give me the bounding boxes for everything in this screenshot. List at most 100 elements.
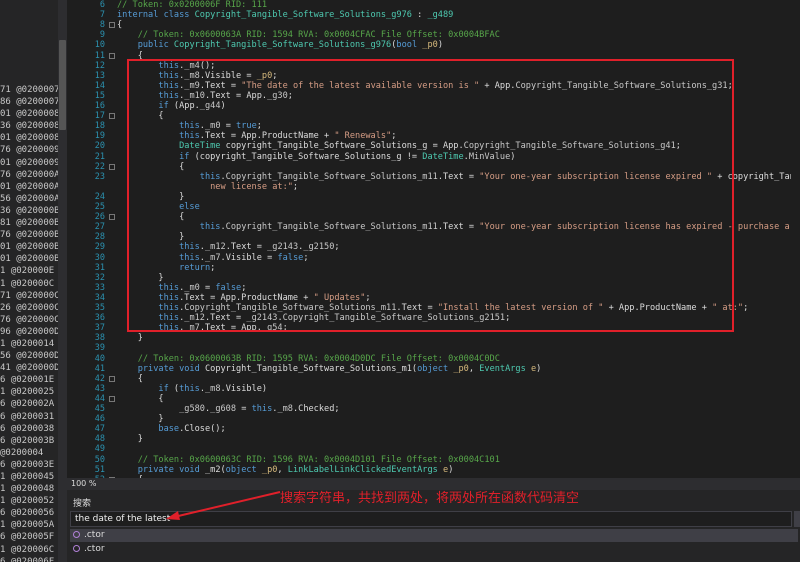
token-list-item[interactable]: 01 @020000B	[0, 253, 58, 265]
token-list-item[interactable]: 1 @0200052	[0, 495, 58, 507]
token-list-item[interactable]: 56 @020000A	[0, 193, 58, 205]
fold-toggle[interactable]	[109, 163, 115, 170]
code-line[interactable]: this._m8.Visible = _p0;	[117, 71, 277, 81]
token-list-item[interactable]: 6 @020002A	[0, 398, 58, 410]
token-list-item[interactable]: 01 @020000B	[0, 241, 58, 253]
search-result-item[interactable]: .ctor	[70, 529, 798, 542]
code-line[interactable]: if (App._g44)	[117, 101, 225, 111]
code-line[interactable]: }	[117, 232, 184, 242]
token-list-item[interactable]: 71 @020000C	[0, 290, 58, 302]
code-line[interactable]: {	[117, 374, 143, 384]
token-list-item[interactable]: 6 @020001E	[0, 374, 58, 386]
token-list-item[interactable]: 41 @020000D	[0, 362, 58, 374]
token-list-item[interactable]: 6 @020005F	[0, 531, 58, 543]
search-options-button[interactable]	[794, 511, 800, 527]
token-list-item[interactable]: 1 @020006C	[0, 544, 58, 556]
token-list-item[interactable]: 1 @0200048	[0, 483, 58, 495]
editor-scrollbar[interactable]	[791, 0, 800, 478]
search-result-item[interactable]: .ctor	[70, 543, 798, 556]
code-area[interactable]: // Token: 0x0200006F RID: 111 internal cl…	[117, 0, 800, 478]
code-line[interactable]: private void _m2(object _p0, LinkLabelLi…	[117, 465, 454, 475]
code-line[interactable]: }	[117, 434, 143, 444]
token-list-item[interactable]: 01 @0200008	[0, 132, 58, 144]
code-line[interactable]: _g580._g608 = this._m8.Checked;	[117, 404, 339, 414]
code-line[interactable]: {	[117, 212, 184, 222]
token-list-item[interactable]: 56 @020000D	[0, 350, 58, 362]
code-line[interactable]: this._m12.Text = _g2143.Copyright_Tangib…	[117, 313, 510, 323]
code-line[interactable]: this.Text = App.ProductName + " Renewals…	[117, 131, 396, 141]
code-line[interactable]: this._m4();	[117, 61, 215, 71]
code-line[interactable]: return;	[117, 263, 215, 273]
code-line[interactable]: }	[117, 333, 143, 343]
code-line[interactable]: {	[117, 20, 122, 30]
code-line[interactable]: }	[117, 192, 184, 202]
code-line[interactable]: // Token: 0x0600063A RID: 1594 RVA: 0x00…	[117, 30, 500, 40]
token-list-item[interactable]: 6 @020006F	[0, 556, 58, 562]
token-list-item[interactable]: 1 @020000C	[0, 278, 58, 290]
code-line[interactable]: {	[117, 162, 184, 172]
token-list-item[interactable]: 1 @020005A	[0, 519, 58, 531]
explorer-scrollbar-thumb[interactable]	[59, 40, 66, 130]
token-list-item[interactable]: 76 @020000B	[0, 229, 58, 241]
zoom-level[interactable]: 100 %	[71, 478, 96, 490]
token-list-item[interactable]: 6 @0200056	[0, 507, 58, 519]
code-line[interactable]: this.Copyright_Tangible_Software_Solutio…	[117, 222, 800, 232]
token-list-item[interactable]: 71 @0200007	[0, 84, 58, 96]
code-line[interactable]: }	[117, 273, 163, 283]
code-line[interactable]: this._m9.Text = "The date of the latest …	[117, 81, 732, 91]
token-list-item[interactable]: 36 @020000B	[0, 205, 58, 217]
fold-toggle[interactable]	[109, 375, 115, 382]
explorer-scrollbar[interactable]	[58, 0, 67, 562]
token-list-item[interactable]: 6 @0200031	[0, 411, 58, 423]
code-line[interactable]: {	[117, 394, 163, 404]
code-line[interactable]: // Token: 0x0600063B RID: 1595 RVA: 0x00…	[117, 354, 500, 364]
token-list-item[interactable]: 1 @020000E	[0, 265, 58, 277]
code-line[interactable]: {	[117, 51, 143, 61]
token-list-item[interactable]: 76 @020000A	[0, 169, 58, 181]
code-line[interactable]: }	[117, 414, 163, 424]
token-list-item[interactable]: 81 @020000B	[0, 217, 58, 229]
code-line[interactable]: new license at:";	[117, 182, 298, 192]
code-line[interactable]: base.Close();	[117, 424, 225, 434]
fold-toggle[interactable]	[109, 395, 115, 402]
token-list-item[interactable]: 1 @0200045	[0, 471, 58, 483]
fold-toggle[interactable]	[109, 113, 115, 120]
code-line[interactable]: // Token: 0x0200006F RID: 111	[117, 0, 267, 10]
code-line[interactable]: {	[117, 111, 163, 121]
fold-toggle[interactable]	[109, 52, 115, 59]
code-line[interactable]: this.Text = App.ProductName + " Updates"…	[117, 293, 370, 303]
token-list-item[interactable]: 6 @020003E	[0, 459, 58, 471]
token-list-item[interactable]: 6 @0200038	[0, 423, 58, 435]
token-list-item[interactable]: 6 @020003B	[0, 435, 58, 447]
token-list-item[interactable]: 01 @0200009	[0, 157, 58, 169]
code-line[interactable]: this._m0 = false;	[117, 283, 246, 293]
token-list-item[interactable]: 36 @0200008	[0, 120, 58, 132]
code-line[interactable]: DateTime copyright_Tangible_Software_Sol…	[117, 141, 681, 151]
code-line[interactable]: this._m7.Visible = false;	[117, 253, 308, 263]
token-list-item[interactable]: @0200004	[0, 447, 58, 459]
code-line[interactable]: this._m7.Text = App._g54;	[117, 323, 287, 333]
fold-toggle[interactable]	[109, 22, 115, 29]
token-list-item[interactable]: 96 @020000D	[0, 326, 58, 338]
code-line[interactable]: else	[117, 202, 200, 212]
token-list-item[interactable]: 86 @0200007	[0, 96, 58, 108]
code-line[interactable]: if (copyright_Tangible_Software_Solution…	[117, 152, 515, 162]
token-list-item[interactable]: 01 @0200008	[0, 108, 58, 120]
code-line[interactable]: internal class Copyright_Tangible_Softwa…	[117, 10, 453, 20]
code-line[interactable]: this._m10.Text = App._g30;	[117, 91, 293, 101]
code-line[interactable]: this.Copyright_Tangible_Software_Solutio…	[117, 303, 748, 313]
token-list-item[interactable]: 01 @020000A	[0, 181, 58, 193]
code-line[interactable]: if (this._m8.Visible)	[117, 384, 267, 394]
code-line[interactable]: this.Copyright_Tangible_Software_Solutio…	[117, 172, 800, 182]
token-list-item[interactable]: 1 @0200014	[0, 338, 58, 350]
token-list-item[interactable]: 76 @0200009	[0, 144, 58, 156]
fold-toggle[interactable]	[109, 214, 115, 221]
code-line[interactable]: this._m12.Text = _g2143._g2150;	[117, 242, 339, 252]
token-list-item[interactable]: 26 @020000C	[0, 302, 58, 314]
token-list-item[interactable]: 76 @020000C	[0, 314, 58, 326]
code-line[interactable]: // Token: 0x0600063C RID: 1596 RVA: 0x00…	[117, 455, 500, 465]
token-list-item[interactable]: 1 @0200025	[0, 386, 58, 398]
code-editor[interactable]: 6 7 8 9 10 11 12 13 14 15 16 17 18 19 20 21 22 23 24 25 26 27…	[67, 0, 800, 478]
code-line[interactable]: public Copyright_Tangible_Software_Solut…	[117, 40, 443, 50]
code-line[interactable]: private void Copyright_Tangible_Software…	[117, 364, 542, 374]
